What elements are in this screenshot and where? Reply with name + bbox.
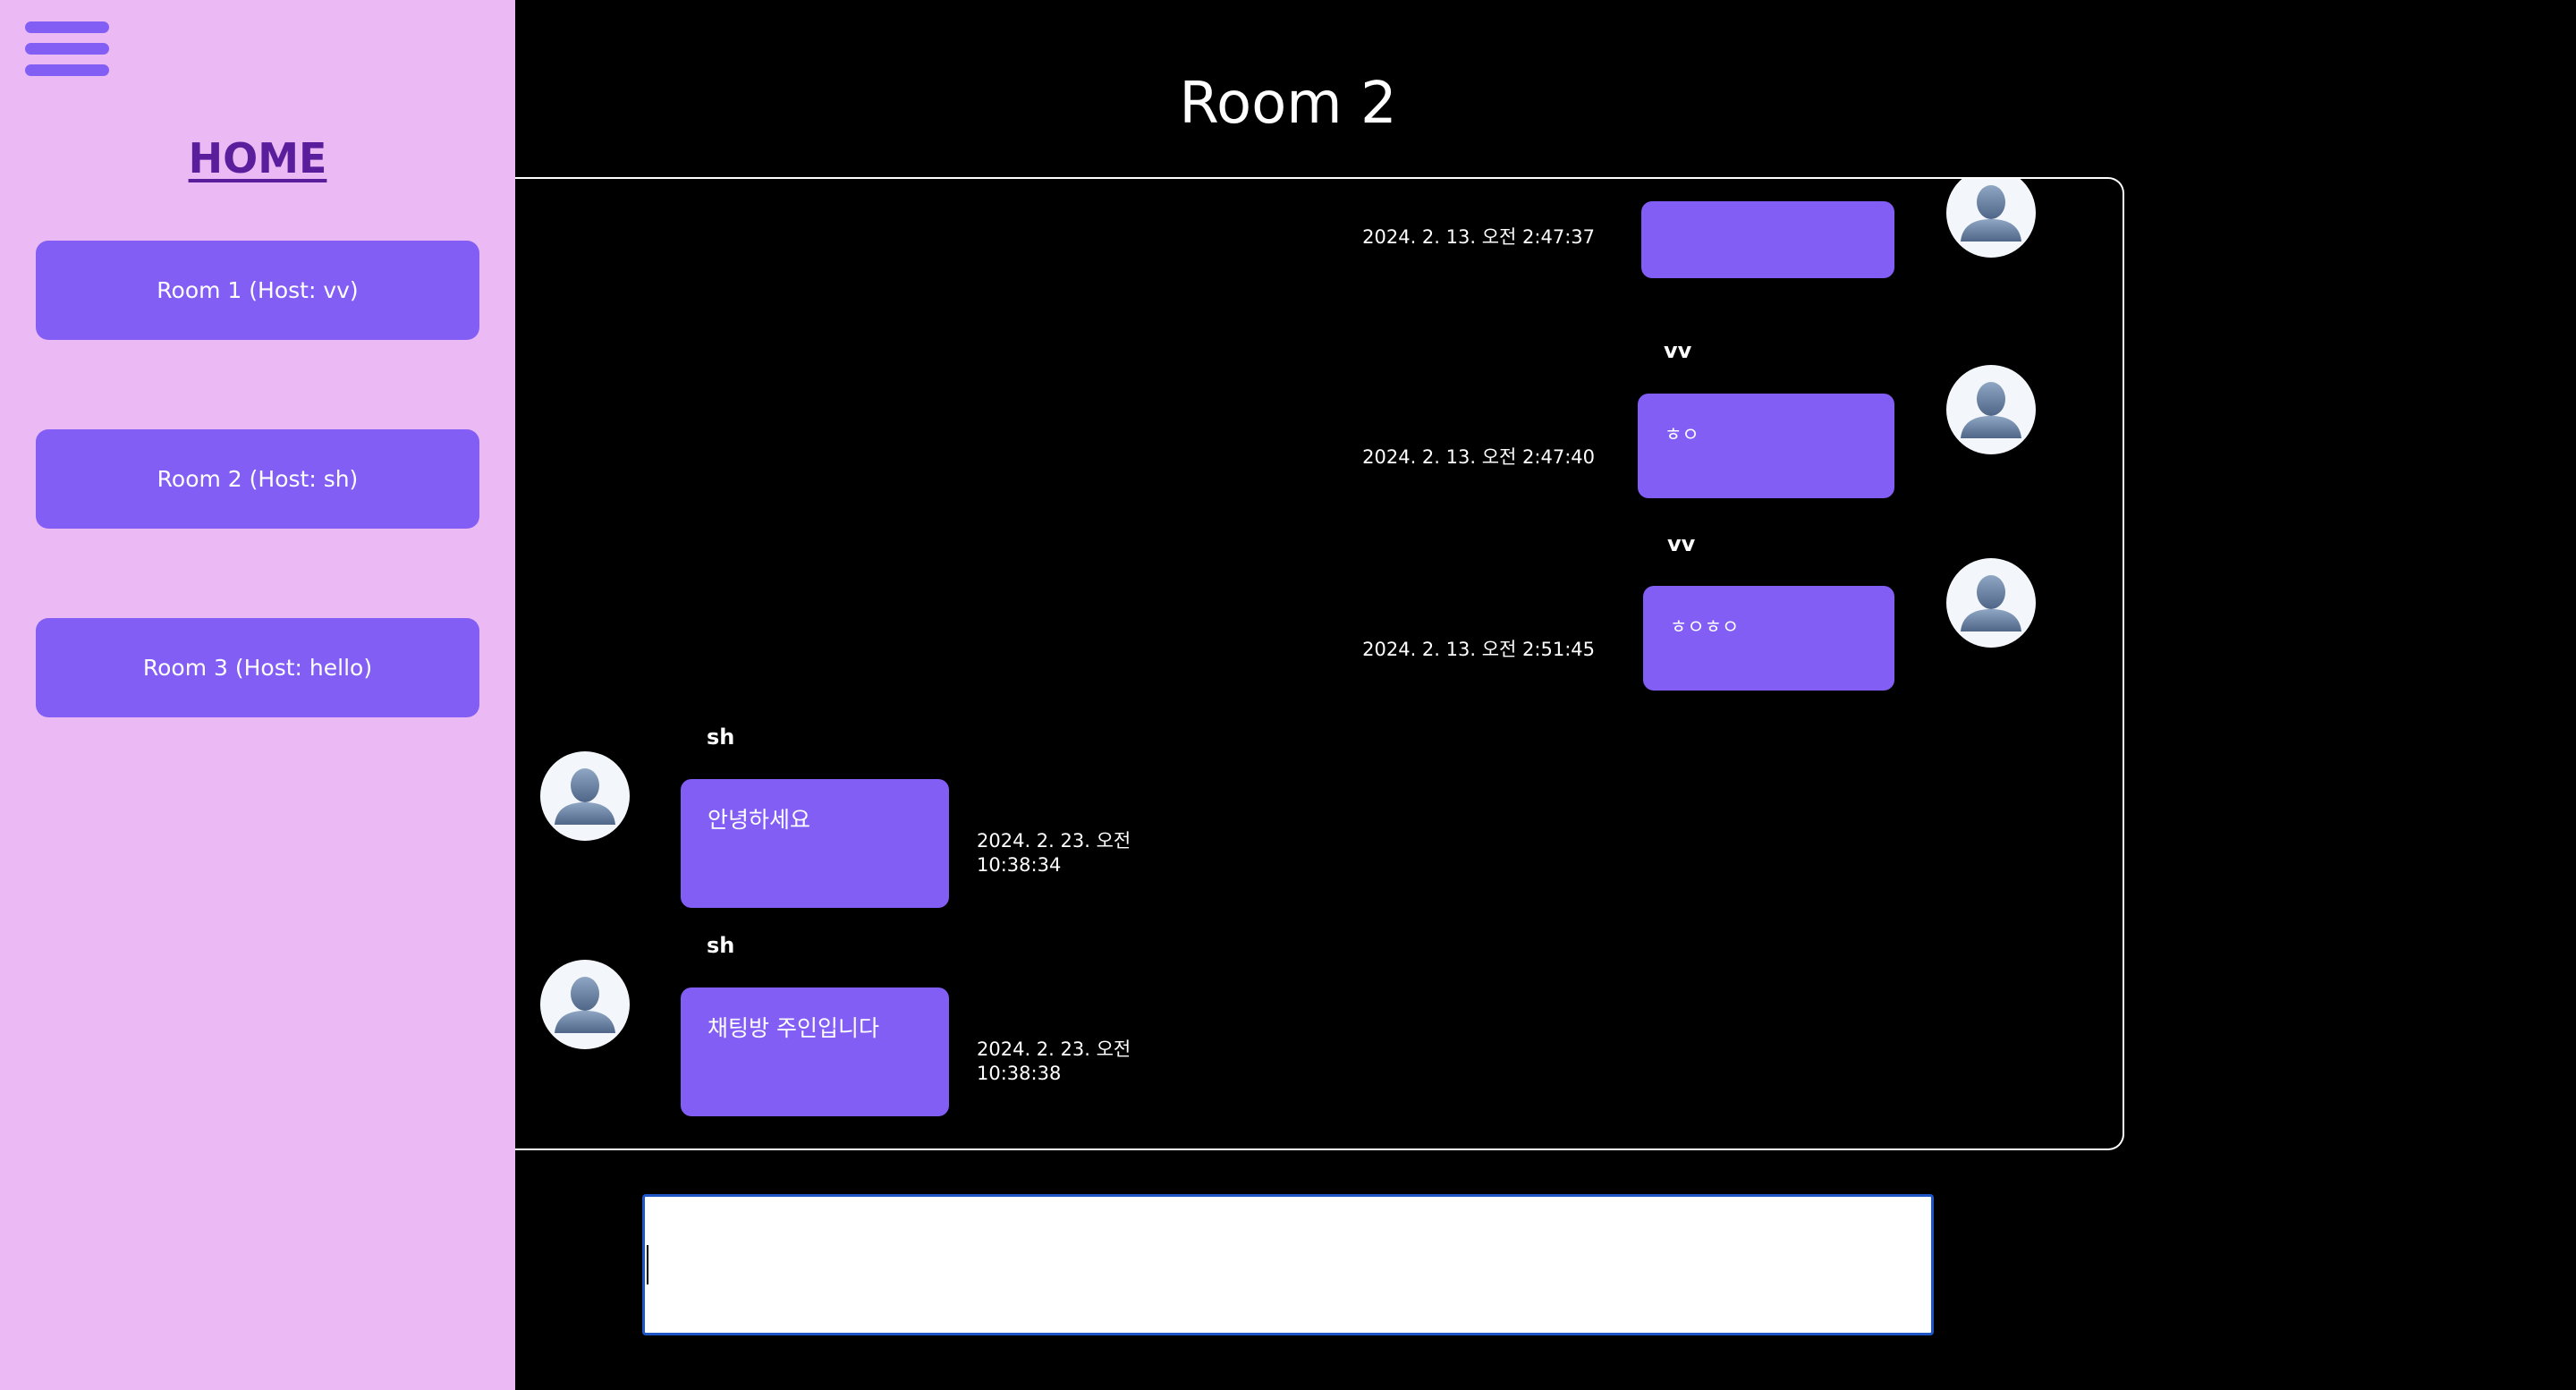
message-bubble xyxy=(1641,201,1894,278)
room-button-label: Room 3 (Host: hello) xyxy=(142,655,373,681)
timestamp-time: 10:38:34 xyxy=(977,854,1062,876)
message-timestamp: 2024. 2. 23. 오전 10:38:38 xyxy=(977,1038,1131,1086)
message-text: 안녕하세요 xyxy=(708,807,811,833)
message-username: vv xyxy=(1664,338,1692,363)
chat-messages-panel[interactable]: 2024. 2. 13. 오전 2:47:37 vv ㅎㅇ 2024. 2. 1… xyxy=(515,177,2124,1150)
message-timestamp: 2024. 2. 13. 오전 2:47:40 xyxy=(1362,446,1595,468)
message-text: ㅎㅇ xyxy=(1665,424,1699,445)
message-username: vv xyxy=(1667,531,1696,556)
message-input[interactable] xyxy=(642,1194,1934,1335)
room-title: Room 2 xyxy=(1179,71,1397,137)
room-3-button[interactable]: Room 3 (Host: hello) xyxy=(36,618,479,717)
room-2-button[interactable]: Room 2 (Host: sh) xyxy=(36,429,479,529)
sidebar: HOME Room 1 (Host: vv) Room 2 (Host: sh)… xyxy=(0,0,515,1390)
timestamp-date: 2024. 2. 23. 오전 xyxy=(977,830,1131,852)
text-caret xyxy=(647,1245,648,1284)
message-bubble: 안녕하세요 xyxy=(681,779,949,908)
message-timestamp: 2024. 2. 13. 오전 2:51:45 xyxy=(1362,639,1595,660)
timestamp-time: 10:38:38 xyxy=(977,1063,1062,1084)
user-avatar-icon xyxy=(1946,365,2036,454)
message-timestamp: 2024. 2. 13. 오전 2:47:37 xyxy=(1362,226,1595,248)
message-bubble: ㅎㅇㅎㅇ xyxy=(1643,586,1894,691)
message-username: sh xyxy=(707,933,735,958)
timestamp-date: 2024. 2. 23. 오전 xyxy=(977,1038,1131,1060)
hamburger-menu-icon[interactable] xyxy=(25,21,111,81)
room-button-label: Room 2 (Host: sh) xyxy=(157,466,359,492)
room-1-button[interactable]: Room 1 (Host: vv) xyxy=(36,241,479,340)
message-text: ㅎㅇㅎㅇ xyxy=(1670,616,1740,638)
user-avatar-icon xyxy=(1946,558,2036,648)
message-bubble: 채팅방 주인입니다 xyxy=(681,987,949,1116)
room-button-label: Room 1 (Host: vv) xyxy=(157,277,359,303)
message-text: 채팅방 주인입니다 xyxy=(708,1015,879,1041)
user-avatar-icon xyxy=(1946,179,2036,258)
message-timestamp: 2024. 2. 23. 오전 10:38:34 xyxy=(977,829,1131,877)
message-bubble: ㅎㅇ xyxy=(1638,394,1894,498)
home-link[interactable]: HOME xyxy=(0,134,515,182)
user-avatar-icon xyxy=(540,751,630,841)
user-avatar-icon xyxy=(540,960,630,1049)
message-username: sh xyxy=(707,725,735,750)
